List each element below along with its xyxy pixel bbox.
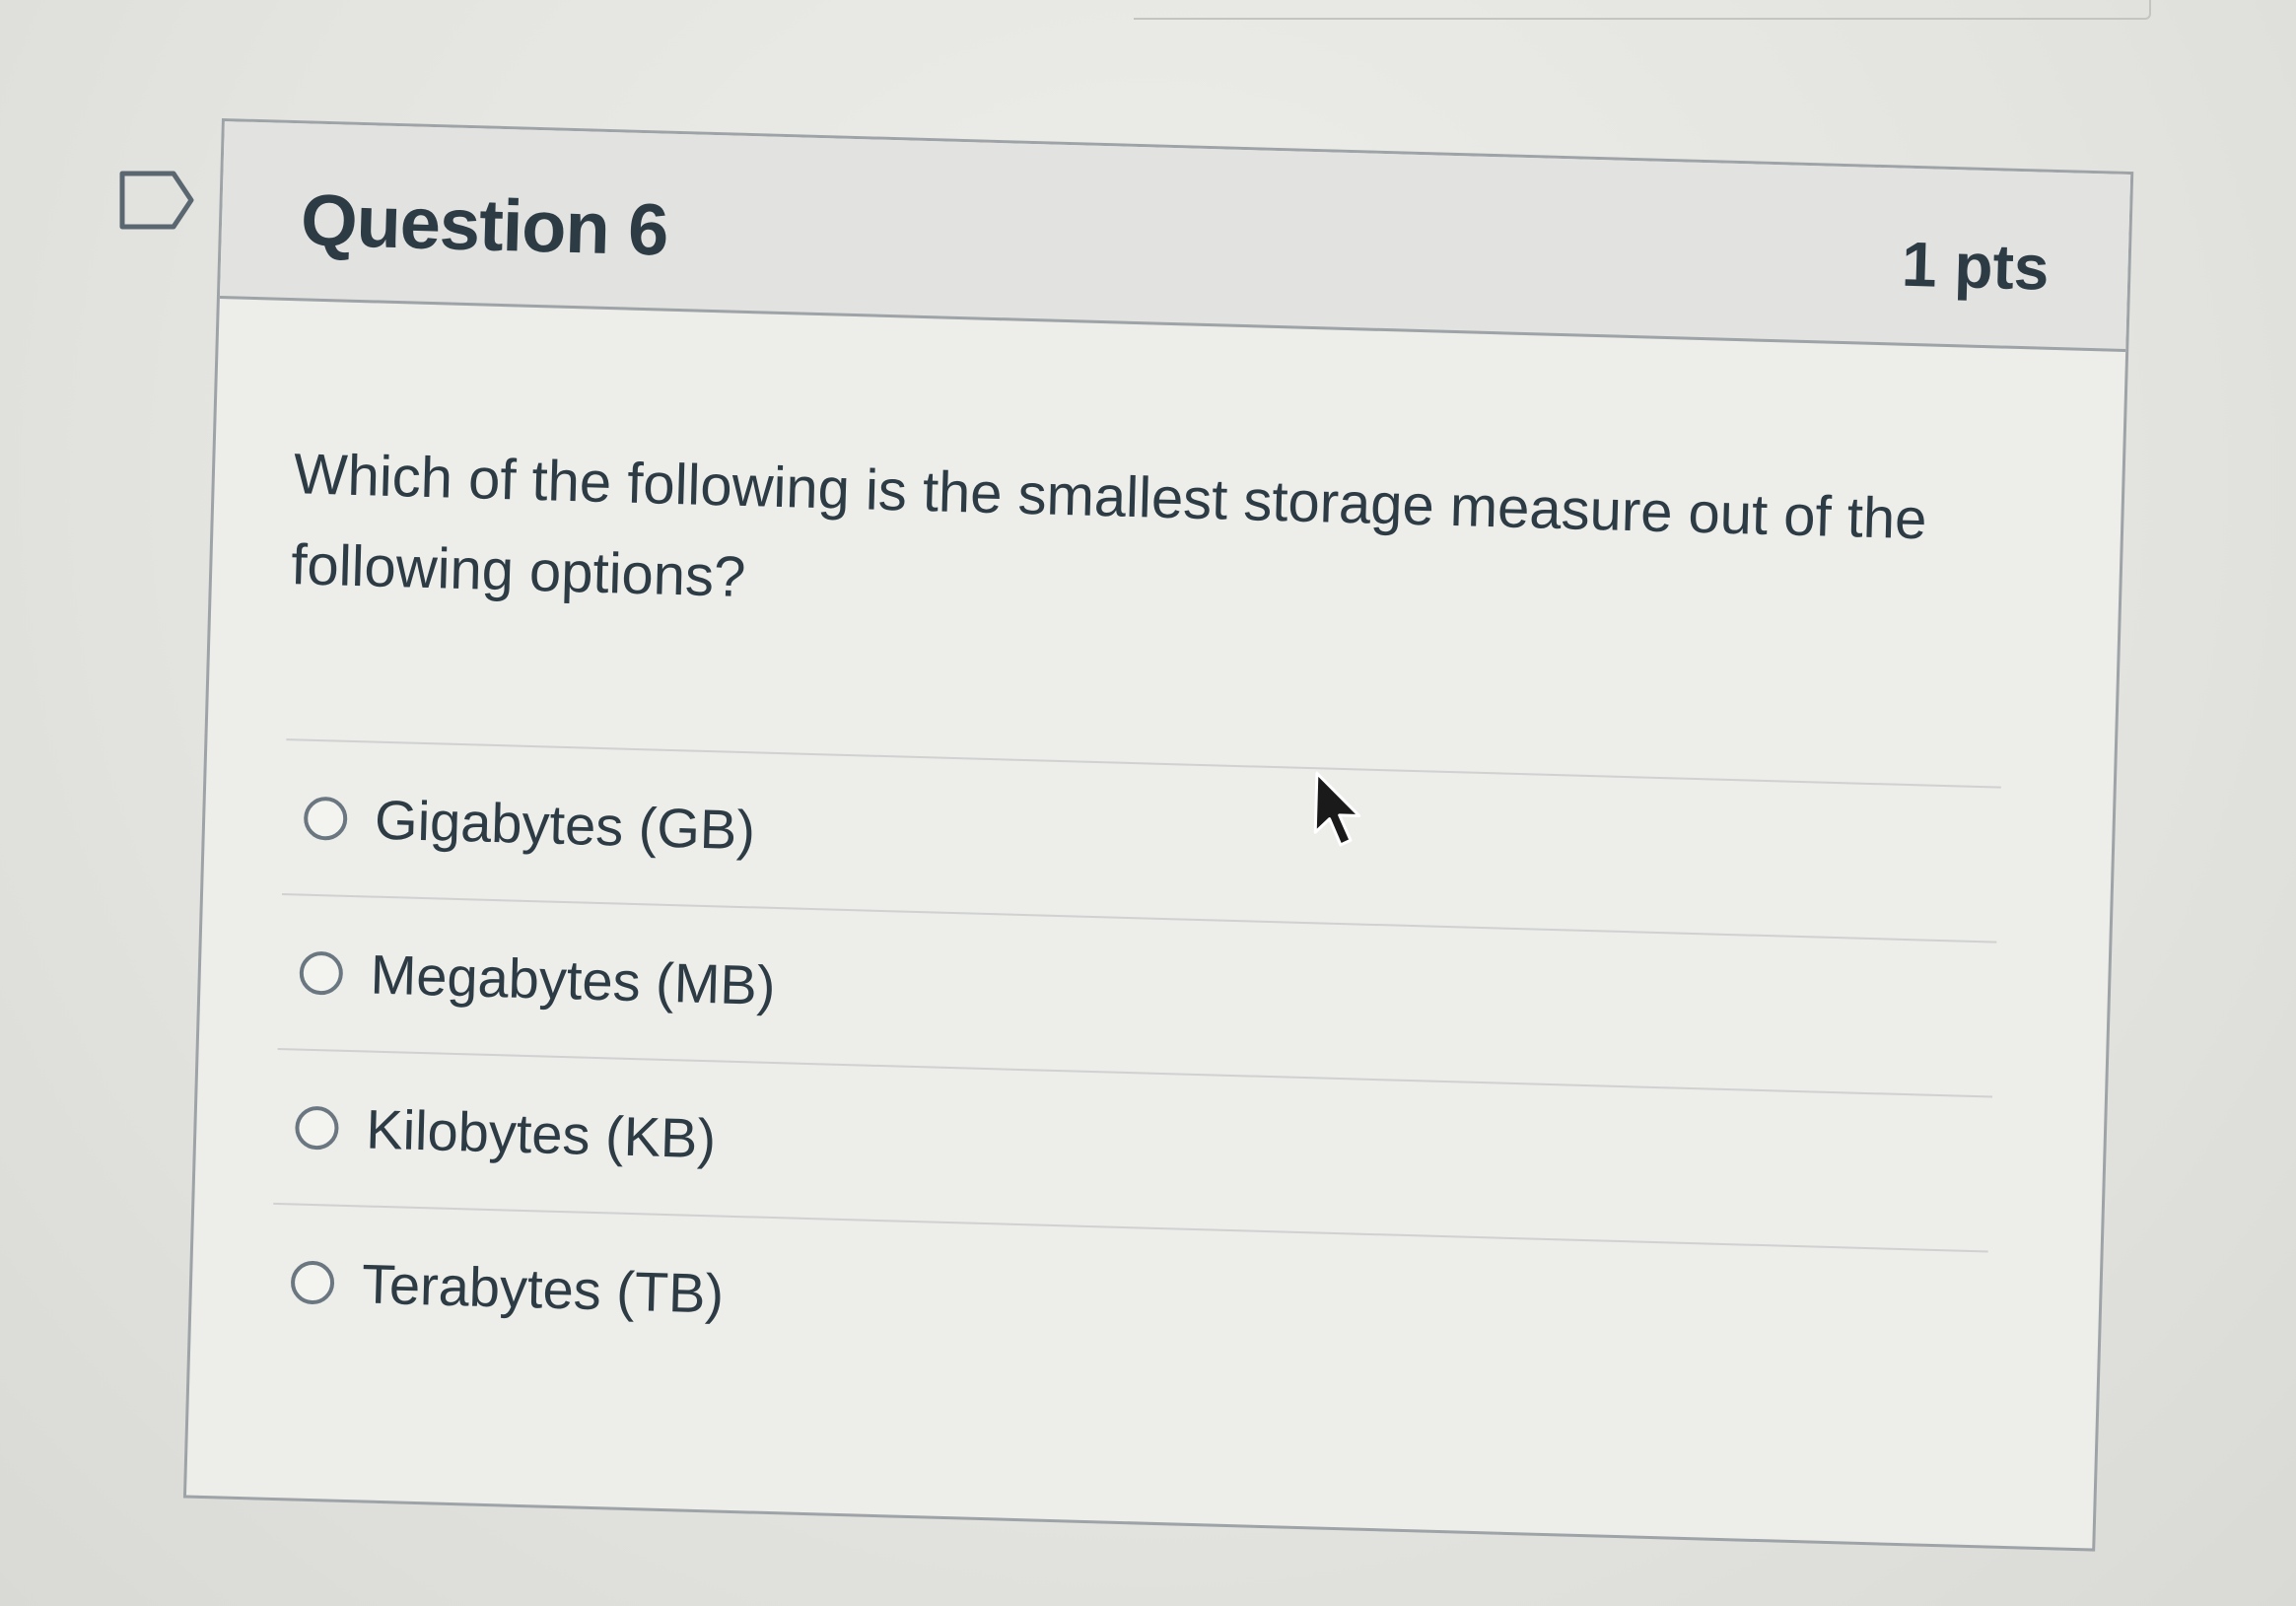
- answer-label[interactable]: Gigabytes (GB): [374, 788, 756, 863]
- question-points: 1 pts: [1901, 228, 2051, 304]
- radio-button[interactable]: [303, 796, 348, 841]
- question-body: Which of the following is the smallest s…: [190, 299, 2125, 1409]
- answer-label[interactable]: Kilobytes (KB): [366, 1097, 717, 1171]
- mouse-pointer-icon: [1313, 771, 1361, 847]
- question-card: Question 6 1 pts Which of the following …: [182, 118, 2134, 1552]
- question-text: Which of the following is the smallest s…: [290, 442, 1928, 610]
- radio-button[interactable]: [290, 1259, 335, 1305]
- flag-question-icon[interactable]: [118, 170, 195, 231]
- answer-label[interactable]: Megabytes (MB): [370, 943, 776, 1017]
- question-title: Question 6: [300, 178, 669, 271]
- radio-button[interactable]: [299, 950, 344, 996]
- previous-card-edge: [1134, 0, 2151, 20]
- answer-label[interactable]: Terabytes (TB): [361, 1251, 725, 1325]
- radio-button[interactable]: [294, 1104, 340, 1151]
- answer-list: Gigabytes (GB) Megabytes (MB) Kilobytes …: [268, 738, 2001, 1406]
